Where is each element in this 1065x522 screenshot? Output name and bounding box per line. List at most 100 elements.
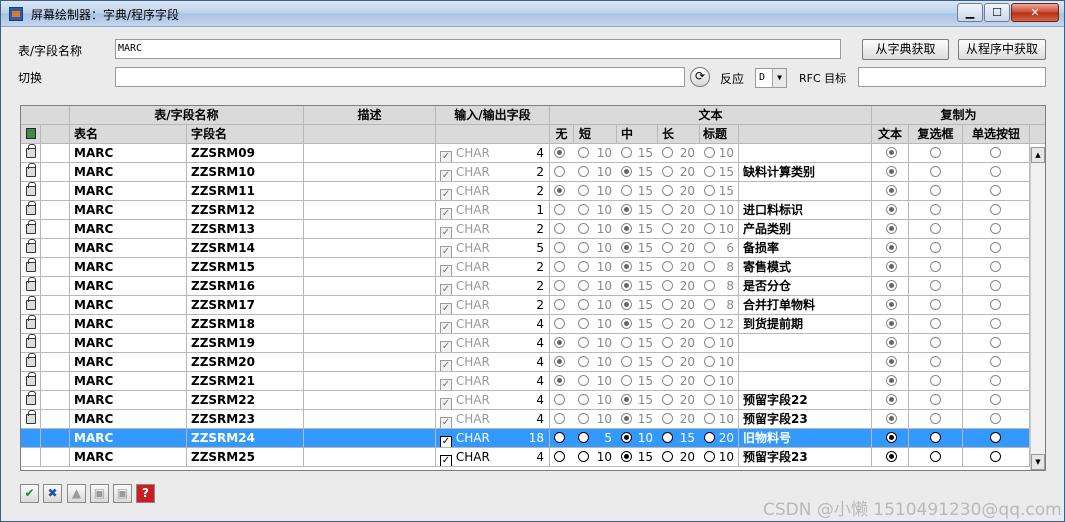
copy-as-option[interactable] (909, 429, 963, 447)
copy-as-radio[interactable] (990, 242, 1001, 253)
row-selector[interactable] (41, 391, 70, 409)
copy-as-radio[interactable] (990, 204, 1001, 215)
text-length-radio[interactable] (662, 451, 673, 462)
text-length-radio[interactable] (578, 204, 589, 215)
text-length-radio[interactable] (704, 299, 715, 310)
copy-as-radio[interactable] (886, 242, 897, 253)
text-length-radio[interactable] (554, 356, 565, 367)
row-selector[interactable] (41, 201, 70, 219)
close-button[interactable]: ✕ (1011, 3, 1059, 22)
text-length-radio[interactable] (662, 318, 673, 329)
text-length-radio[interactable] (578, 261, 589, 272)
copy-as-radio[interactable] (886, 337, 897, 348)
copy-as-radio[interactable] (930, 223, 941, 234)
text-length-radio[interactable] (578, 223, 589, 234)
maximize-button[interactable]: ☐ (984, 3, 1010, 22)
text-length-radio[interactable] (621, 280, 632, 291)
text-length-radio[interactable] (621, 204, 632, 215)
cell-io-field[interactable]: ✓ CHAR 2 (436, 296, 550, 314)
copy-as-option[interactable] (963, 353, 1030, 371)
text-length-radio[interactable] (621, 375, 632, 386)
copy-as-radio[interactable] (990, 432, 1001, 443)
text-length-radio[interactable] (578, 280, 589, 291)
row-selector[interactable] (41, 296, 70, 314)
row-selector[interactable] (41, 372, 70, 390)
switch-refresh-icon[interactable]: ⟳ (690, 67, 710, 87)
copy-as-option[interactable] (963, 277, 1030, 295)
copy-as-radio[interactable] (990, 147, 1001, 158)
io-checkbox[interactable]: ✓ (440, 151, 452, 162)
copy-as-option[interactable] (872, 163, 909, 181)
copy-as-radio[interactable] (930, 166, 941, 177)
row-selector[interactable] (41, 315, 70, 333)
text-length-radio[interactable] (554, 261, 565, 272)
text-length-radio[interactable] (621, 451, 632, 462)
row-selector[interactable] (41, 144, 70, 162)
table-row[interactable]: MARC ZZSRM22 ✓ CHAR 4 10 15 20 10 预留字段22 (21, 391, 1045, 410)
text-length-radio[interactable] (662, 337, 673, 348)
row-selector[interactable] (41, 277, 70, 295)
copy-as-radio[interactable] (990, 356, 1001, 367)
text-length-radio[interactable] (554, 166, 565, 177)
copy-as-option[interactable] (872, 372, 909, 390)
from-program-button[interactable]: 从程序中获取 (958, 39, 1046, 60)
copy-as-radio[interactable] (930, 375, 941, 386)
table-row[interactable]: MARC ZZSRM21 ✓ CHAR 4 10 15 20 10 (21, 372, 1045, 391)
text-length-radio[interactable] (704, 147, 715, 158)
copy-as-option[interactable] (872, 239, 909, 257)
cell-text-options[interactable]: 5 10 15 20 (550, 429, 739, 447)
copy-as-radio[interactable] (990, 223, 1001, 234)
switch-input[interactable] (115, 67, 685, 87)
text-length-radio[interactable] (621, 242, 632, 253)
copy-as-option[interactable] (909, 239, 963, 257)
io-checkbox[interactable]: ✓ (440, 170, 452, 181)
copy-as-radio[interactable] (886, 394, 897, 405)
copy-as-option[interactable] (909, 296, 963, 314)
text-length-radio[interactable] (554, 223, 565, 234)
cancel-icon[interactable]: ✖ (43, 484, 62, 503)
io-checkbox[interactable]: ✓ (440, 436, 452, 447)
text-length-radio[interactable] (621, 337, 632, 348)
copy-as-option[interactable] (963, 201, 1030, 219)
row-selector[interactable] (41, 429, 70, 447)
cell-text-options[interactable]: 10 15 20 10 (550, 201, 739, 219)
copy-as-radio[interactable] (990, 166, 1001, 177)
copy-as-radio[interactable] (990, 318, 1001, 329)
copy-as-option[interactable] (963, 315, 1030, 333)
copy-as-radio[interactable] (930, 432, 941, 443)
cell-text-options[interactable]: 10 15 20 10 (550, 448, 739, 466)
text-length-radio[interactable] (578, 337, 589, 348)
io-checkbox[interactable]: ✓ (440, 379, 452, 390)
cell-io-field[interactable]: ✓ CHAR 2 (436, 220, 550, 238)
text-length-radio[interactable] (578, 432, 589, 443)
text-length-radio[interactable] (662, 432, 673, 443)
copy-as-radio[interactable] (990, 451, 1001, 462)
text-length-radio[interactable] (554, 204, 565, 215)
table-row[interactable]: MARC ZZSRM17 ✓ CHAR 2 10 15 20 8 合并打单物料 (21, 296, 1045, 315)
table-row[interactable]: MARC ZZSRM19 ✓ CHAR 4 10 15 20 10 (21, 334, 1045, 353)
cell-text-options[interactable]: 10 15 20 8 (550, 296, 739, 314)
copy-as-option[interactable] (872, 220, 909, 238)
copy-as-option[interactable] (963, 391, 1030, 409)
copy-as-radio[interactable] (886, 147, 897, 158)
text-length-radio[interactable] (554, 337, 565, 348)
vertical-scrollbar[interactable]: ▲ ▼ (1030, 147, 1045, 470)
copy-as-radio[interactable] (886, 261, 897, 272)
text-length-radio[interactable] (704, 394, 715, 405)
io-checkbox[interactable]: ✓ (440, 246, 452, 257)
table-row[interactable]: MARC ZZSRM14 ✓ CHAR 5 10 15 20 6 备损率 (21, 239, 1045, 258)
row-selector[interactable] (41, 353, 70, 371)
text-length-radio[interactable] (662, 223, 673, 234)
cell-text-options[interactable]: 10 15 20 6 (550, 239, 739, 257)
copy-as-radio[interactable] (886, 451, 897, 462)
copy-as-option[interactable] (909, 315, 963, 333)
copy-as-option[interactable] (963, 182, 1030, 200)
copy-as-option[interactable] (909, 163, 963, 181)
cell-io-field[interactable]: ✓ CHAR 4 (436, 448, 550, 466)
text-length-radio[interactable] (704, 166, 715, 177)
cell-text-options[interactable]: 10 15 20 10 (550, 220, 739, 238)
text-length-radio[interactable] (704, 223, 715, 234)
row-selector[interactable] (41, 182, 70, 200)
text-length-radio[interactable] (621, 166, 632, 177)
text-length-radio[interactable] (704, 280, 715, 291)
